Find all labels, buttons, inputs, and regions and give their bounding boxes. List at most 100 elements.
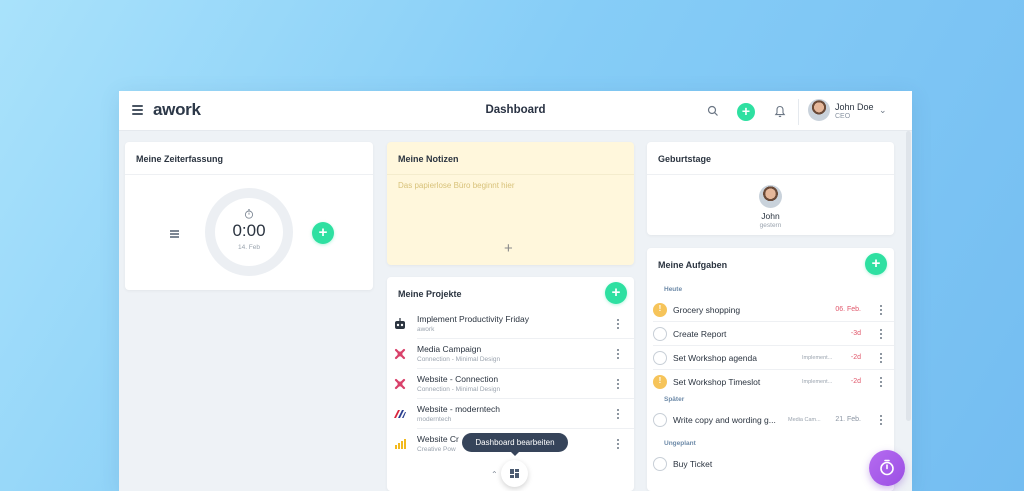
robot-icon	[395, 318, 405, 329]
task-project: Media Cam...	[788, 417, 821, 423]
divider	[647, 174, 894, 175]
more-icon[interactable]	[617, 319, 620, 330]
projects-card: Meine Projekte + Implement Productivity …	[387, 277, 634, 491]
card-title: Geburtstage	[658, 154, 712, 164]
list-icon[interactable]	[170, 230, 179, 238]
card-title: Meine Aufgaben	[658, 260, 728, 270]
grid-icon	[510, 469, 519, 478]
avatar[interactable]	[759, 185, 782, 208]
chevron-up-icon[interactable]: ⌃	[491, 470, 498, 479]
task-due-date: 06. Feb.	[835, 306, 861, 313]
more-icon[interactable]	[880, 305, 883, 316]
add-time-button[interactable]: +	[312, 222, 334, 244]
project-client: moderntech	[417, 416, 452, 423]
scrollbar[interactable]	[906, 131, 911, 421]
task-row[interactable]: Create Report -3d	[647, 322, 894, 346]
add-note-button[interactable]: +	[504, 240, 513, 257]
user-name[interactable]: John Doe	[835, 102, 874, 112]
project-row[interactable]: Media Campaign Connection - Minimal Desi…	[387, 339, 634, 369]
birthday-when: gestern	[759, 222, 782, 229]
task-name: Write copy and wording g...	[673, 415, 776, 425]
divider	[798, 99, 799, 125]
more-icon[interactable]	[880, 377, 883, 388]
more-icon[interactable]	[617, 409, 620, 420]
task-checkbox[interactable]	[653, 375, 667, 389]
moderntech-logo-icon	[394, 410, 406, 418]
timer-date: 14. Feb	[237, 244, 261, 251]
project-row[interactable]: Website - moderntech moderntech	[387, 399, 634, 429]
timer-fab-button[interactable]	[869, 450, 905, 486]
task-checkbox[interactable]	[653, 351, 667, 365]
task-checkbox[interactable]	[653, 303, 667, 317]
project-row[interactable]: Website - Connection Connection - Minima…	[387, 369, 634, 399]
task-checkbox[interactable]	[653, 457, 667, 471]
divider	[125, 174, 373, 175]
tooltip-arrow	[511, 452, 519, 456]
search-icon[interactable]	[707, 105, 719, 117]
task-name: Set Workshop Timeslot	[673, 377, 761, 387]
task-row[interactable]: Set Workshop Timeslot Implement... -2d	[647, 370, 894, 394]
project-client: Connection - Minimal Design	[417, 356, 501, 363]
stopwatch-icon	[244, 209, 254, 219]
more-icon[interactable]	[617, 349, 620, 360]
project-client: Connection - Minimal Design	[417, 386, 501, 393]
task-due-date: -2d	[850, 378, 861, 385]
task-name: Buy Ticket	[673, 459, 713, 469]
add-project-button[interactable]: +	[605, 282, 627, 304]
top-bar: awork Dashboard + John Doe CEO ⌄	[119, 91, 912, 131]
add-button[interactable]: +	[737, 103, 755, 121]
project-client: Creative Pow	[417, 446, 456, 453]
task-due-date: 21. Feb.	[835, 416, 861, 423]
section-label-later: Später	[664, 396, 685, 403]
dashboard-edit-button[interactable]	[501, 460, 528, 487]
connection-logo-icon	[394, 378, 406, 390]
more-icon[interactable]	[617, 379, 620, 390]
project-name: Website - moderntech	[417, 404, 500, 414]
timer-display: 0:00 14. Feb	[205, 188, 293, 276]
more-icon[interactable]	[880, 329, 883, 340]
project-name: Media Campaign	[417, 344, 482, 354]
add-task-button[interactable]: +	[865, 253, 887, 275]
task-name: Create Report	[673, 329, 727, 339]
project-row[interactable]: Implement Productivity Friday awork	[387, 309, 634, 339]
dashboard-edit-tooltip: Dashboard bearbeiten	[462, 433, 568, 452]
task-checkbox[interactable]	[653, 413, 667, 427]
card-title: Meine Projekte	[398, 289, 462, 299]
task-row[interactable]: Write copy and wording g... Media Cam...…	[647, 408, 894, 432]
tasks-card: Meine Aufgaben + Heute Grocery shopping …	[647, 248, 894, 491]
timer-face: 0:00 14. Feb	[215, 198, 283, 266]
timer-value: 0:00	[232, 221, 266, 240]
task-due-date: -2d	[850, 354, 861, 361]
page-title: Dashboard	[485, 104, 546, 116]
project-name: Website - Connection	[417, 374, 499, 384]
notes-card: Meine Notizen Das papierlose Büro beginn…	[387, 142, 634, 265]
chevron-down-icon[interactable]: ⌄	[879, 105, 887, 116]
task-row[interactable]: Buy Ticket	[647, 452, 894, 476]
birthdays-card: Geburtstage John gestern	[647, 142, 894, 235]
task-row[interactable]: Set Workshop agenda Implement... -2d	[647, 346, 894, 370]
avatar[interactable]	[808, 99, 830, 121]
task-project: Implement...	[802, 355, 833, 361]
section-label-unplanned: Ungeplant	[664, 440, 696, 447]
creative-power-logo-icon	[395, 439, 406, 449]
connection-logo-icon	[394, 348, 406, 360]
task-row[interactable]: Grocery shopping 06. Feb.	[647, 298, 894, 322]
task-name: Set Workshop agenda	[673, 353, 757, 363]
more-icon[interactable]	[880, 415, 883, 426]
task-checkbox[interactable]	[653, 327, 667, 341]
task-due-date: -3d	[850, 330, 861, 337]
user-role: CEO	[835, 113, 851, 120]
project-name: Website Cr	[417, 434, 459, 444]
project-client: awork	[417, 326, 435, 333]
more-icon[interactable]	[880, 353, 883, 364]
bell-icon[interactable]	[774, 105, 786, 118]
notes-placeholder[interactable]: Das papierlose Büro beginnt hier	[398, 181, 515, 190]
app-window: awork Dashboard + John Doe CEO ⌄ Meine Z…	[119, 91, 912, 491]
project-name: Implement Productivity Friday	[417, 314, 529, 324]
birthday-name: John	[761, 211, 780, 221]
section-label-today: Heute	[664, 286, 683, 293]
task-name: Grocery shopping	[673, 305, 741, 315]
more-icon[interactable]	[617, 439, 620, 450]
time-tracking-card: Meine Zeiterfassung 0:00 14. Feb +	[125, 142, 373, 290]
divider	[387, 174, 634, 175]
